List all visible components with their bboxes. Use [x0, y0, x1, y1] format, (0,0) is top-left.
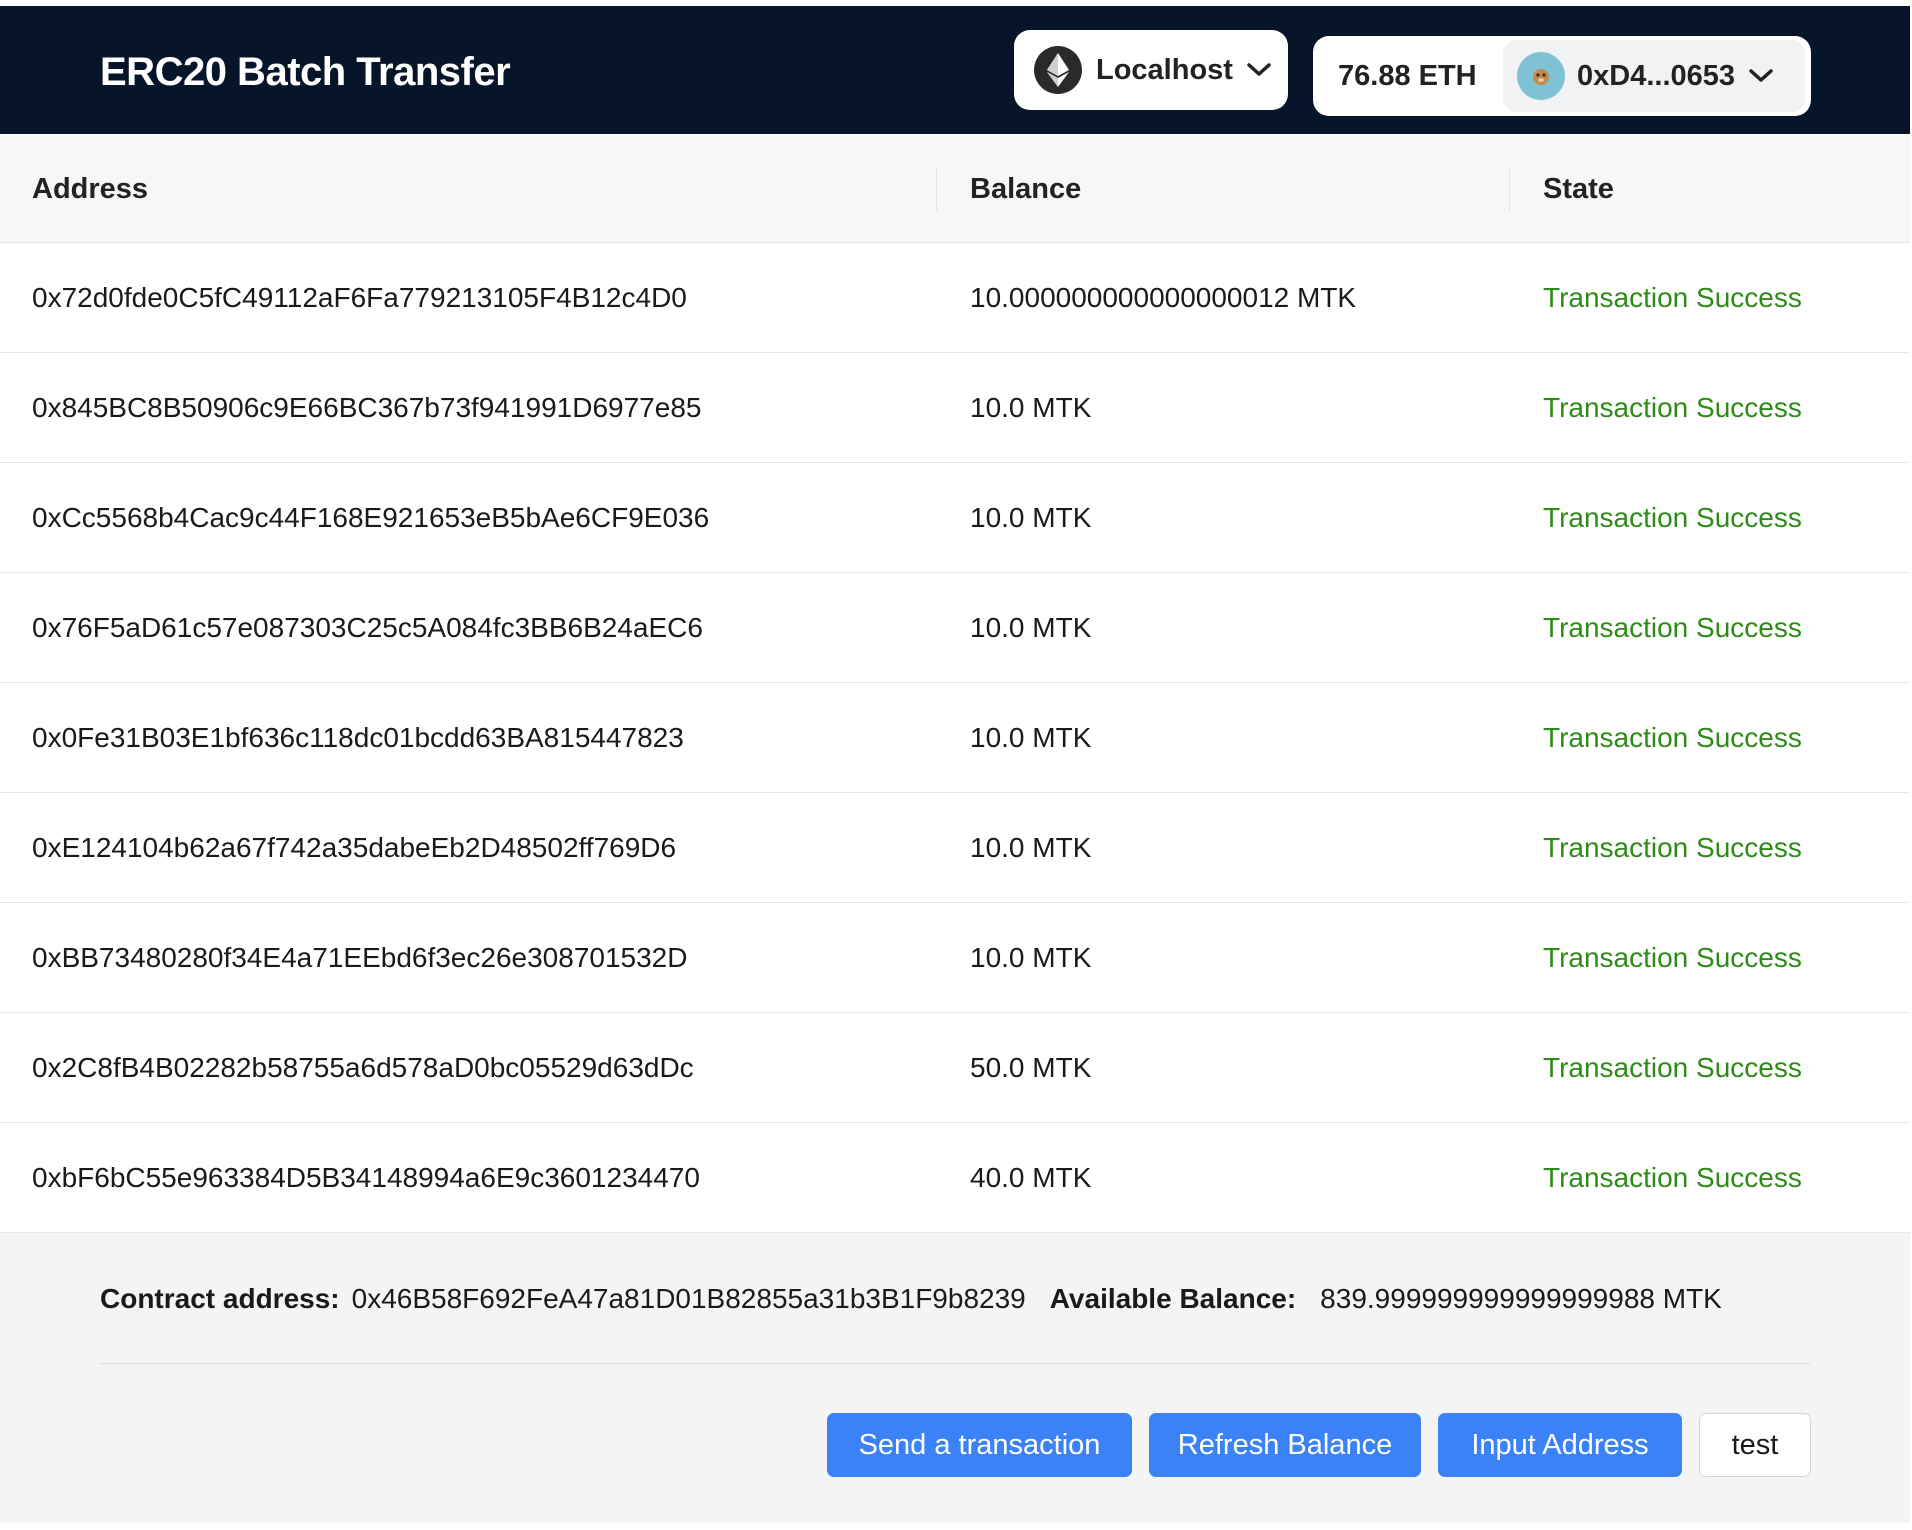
column-divider: [1509, 167, 1510, 211]
account-box: 76.88 ETH 0xD4...0653: [1313, 36, 1811, 116]
chevron-down-icon: [1247, 63, 1271, 77]
row-state: Transaction Success: [1543, 1162, 1802, 1193]
row-address: 0xCc5568b4Cac9c44F168E921653eB5bAe6CF9E0…: [32, 502, 710, 533]
table-row: 0xE124104b62a67f742a35dabeEb2D48502ff769…: [0, 793, 1910, 903]
table-row: 0x76F5aD61c57e087303C25c5A084fc3BB6B24aE…: [0, 573, 1910, 683]
footer-divider: [100, 1363, 1810, 1364]
account-button[interactable]: 0xD4...0653: [1503, 40, 1805, 112]
row-address: 0x76F5aD61c57e087303C25c5A084fc3BB6B24aE…: [32, 612, 703, 643]
table-row: 0x2C8fB4B02282b58755a6d578aD0bc05529d63d…: [0, 1013, 1910, 1123]
row-state: Transaction Success: [1543, 392, 1802, 423]
column-header-state: State: [1543, 173, 1614, 205]
available-balance-label: Available Balance:: [1049, 1283, 1297, 1314]
row-state: Transaction Success: [1543, 612, 1802, 643]
table-row: 0xCc5568b4Cac9c44F168E921653eB5bAe6CF9E0…: [0, 463, 1910, 573]
row-address: 0x2C8fB4B02282b58755a6d578aD0bc05529d63d…: [32, 1052, 694, 1083]
table-header: Address Balance State: [0, 135, 1910, 243]
app-title: ERC20 Batch Transfer: [100, 50, 511, 94]
refresh-balance-button[interactable]: Refresh Balance: [1149, 1413, 1421, 1477]
row-balance: 10.0 MTK: [970, 612, 1092, 643]
row-address: 0x0Fe31B03E1bf636c118dc01bcdd63BA8154478…: [32, 722, 684, 753]
network-selector[interactable]: Localhost: [1014, 30, 1288, 110]
column-divider: [936, 167, 937, 211]
table-row: 0xBB73480280f34E4a71EEbd6f3ec26e30870153…: [0, 903, 1910, 1013]
row-balance: 10.000000000000000012 MTK: [970, 282, 1357, 313]
contract-address-value: 0x46B58F692FeA47a81D01B82855a31b3B1F9b82…: [351, 1283, 1026, 1314]
column-header-balance: Balance: [970, 173, 1082, 205]
row-balance: 10.0 MTK: [970, 392, 1092, 423]
table-row: 0x845BC8B50906c9E66BC367b73f941991D6977e…: [0, 353, 1910, 463]
row-state: Transaction Success: [1543, 282, 1802, 313]
table-row: 0x72d0fde0C5fC49112aF6Fa779213105F4B12c4…: [0, 243, 1910, 353]
row-balance: 10.0 MTK: [970, 942, 1092, 973]
row-balance: 10.0 MTK: [970, 722, 1092, 753]
available-balance-value: 839.999999999999999988 MTK: [1320, 1283, 1722, 1314]
contract-address-label: Contract address:: [100, 1283, 340, 1314]
row-state: Transaction Success: [1543, 942, 1802, 973]
ethereum-icon: [1034, 46, 1082, 94]
row-address: 0xBB73480280f34E4a71EEbd6f3ec26e30870153…: [32, 942, 688, 973]
row-state: Transaction Success: [1543, 722, 1802, 753]
row-state: Transaction Success: [1543, 1052, 1802, 1083]
eth-balance: 76.88 ETH: [1338, 60, 1477, 92]
account-address: 0xD4...0653: [1577, 59, 1736, 92]
chevron-down-icon: [1749, 69, 1773, 83]
avatar-icon: [1517, 52, 1565, 100]
send-transaction-button[interactable]: Send a transaction: [827, 1413, 1132, 1477]
footer-panel: Contract address: 0x46B58F692FeA47a81D01B…: [0, 1233, 1910, 1523]
row-address: 0xbF6bC55e963384D5B34148994a6E9c36012344…: [32, 1162, 700, 1193]
row-balance: 50.0 MTK: [970, 1052, 1092, 1083]
table-row: 0x0Fe31B03E1bf636c118dc01bcdd63BA8154478…: [0, 683, 1910, 793]
row-balance: 10.0 MTK: [970, 832, 1092, 863]
contract-info: Contract address: 0x46B58F692FeA47a81D01B…: [100, 1283, 1722, 1315]
table-body: 0x72d0fde0C5fC49112aF6Fa779213105F4B12c4…: [0, 243, 1910, 1233]
network-label: Localhost: [1096, 53, 1233, 86]
transfer-table: Address Balance State 0x72d0fde0C5fC4911…: [0, 135, 1910, 1233]
column-header-address: Address: [32, 173, 149, 205]
row-balance: 40.0 MTK: [970, 1162, 1092, 1193]
row-state: Transaction Success: [1543, 502, 1802, 533]
row-address: 0xE124104b62a67f742a35dabeEb2D48502ff769…: [32, 832, 677, 863]
row-address: 0x845BC8B50906c9E66BC367b73f941991D6977e…: [32, 392, 702, 423]
input-address-button[interactable]: Input Address: [1438, 1413, 1682, 1477]
table-row: 0xbF6bC55e963384D5B34148994a6E9c36012344…: [0, 1123, 1910, 1233]
row-balance: 10.0 MTK: [970, 502, 1092, 533]
row-state: Transaction Success: [1543, 832, 1802, 863]
test-button[interactable]: test: [1699, 1413, 1811, 1477]
row-address: 0x72d0fde0C5fC49112aF6Fa779213105F4B12c4…: [32, 282, 687, 313]
app-header: ERC20 Batch Transfer Localhost 76.88 ETH: [0, 6, 1910, 134]
